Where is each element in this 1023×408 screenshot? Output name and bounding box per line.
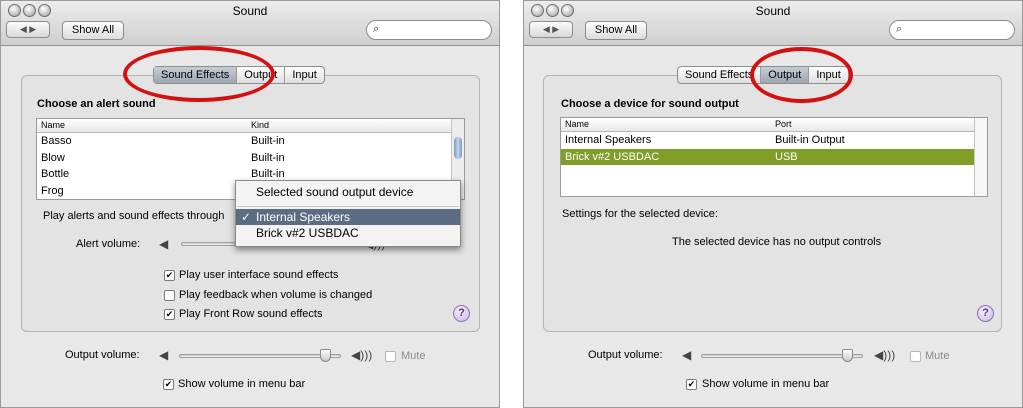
list-item[interactable]: Basso Built-in bbox=[37, 133, 464, 150]
output-panel bbox=[543, 75, 1002, 332]
popup-menu-title: Selected sound output device bbox=[256, 185, 414, 199]
list-header: Name Kind bbox=[37, 119, 464, 133]
device-port: USB bbox=[775, 150, 798, 163]
alert-volume-slider[interactable] bbox=[181, 242, 236, 246]
output-volume-slider[interactable] bbox=[179, 354, 341, 358]
column-name[interactable]: Name bbox=[41, 120, 65, 130]
speaker-high-icon: ◀))) bbox=[874, 348, 896, 362]
help-button[interactable]: ? bbox=[453, 305, 470, 322]
window-title: Sound bbox=[755, 4, 791, 18]
speaker-high-icon: ◀))) bbox=[351, 348, 373, 362]
list-item[interactable]: Blow Built-in bbox=[37, 150, 464, 167]
output-device-list[interactable]: Name Port Internal Speakers Built-in Out… bbox=[560, 117, 988, 197]
tab-input[interactable]: Input bbox=[285, 67, 323, 83]
column-port[interactable]: Port bbox=[775, 119, 792, 129]
ui-sound-effects-checkbox[interactable]: ✔ bbox=[164, 270, 175, 281]
play-through-label: Play alerts and sound effects through bbox=[43, 210, 225, 222]
search-field[interactable]: ⌕ bbox=[889, 20, 1015, 40]
show-volume-menu-bar-label: Show volume in menu bar bbox=[702, 378, 830, 390]
annotation-ring bbox=[123, 46, 275, 102]
scrollbar-thumb[interactable] bbox=[454, 137, 462, 159]
show-volume-menu-bar-checkbox[interactable]: ✔ bbox=[163, 379, 174, 390]
back-forward-button[interactable]: ◀ ▶ bbox=[6, 21, 50, 38]
menu-item-brick-usbdac[interactable]: Brick v#2 USBDAC bbox=[236, 225, 460, 241]
show-volume-menu-bar-label: Show volume in menu bar bbox=[178, 378, 306, 390]
list-item[interactable]: Internal Speakers Built-in Output bbox=[561, 132, 987, 149]
sound-window-output: Sound ◀ ▶ Show All ⌕ Sound Effects Outpu… bbox=[523, 0, 1023, 408]
annotation-ring bbox=[750, 47, 853, 103]
sound-name: Frog bbox=[41, 184, 64, 197]
device-name: Brick v#2 USBDAC bbox=[565, 150, 660, 163]
menu-item-label: Internal Speakers bbox=[256, 210, 351, 224]
show-volume-menu-bar-checkbox[interactable]: ✔ bbox=[686, 379, 697, 390]
column-kind[interactable]: Kind bbox=[251, 120, 269, 130]
volume-feedback-checkbox[interactable] bbox=[164, 290, 175, 301]
checkmark-icon: ✓ bbox=[241, 210, 252, 224]
column-name[interactable]: Name bbox=[565, 119, 589, 129]
output-volume-label: Output volume: bbox=[65, 349, 140, 361]
no-output-controls-message: The selected device has no output contro… bbox=[672, 236, 882, 248]
device-name: Internal Speakers bbox=[565, 134, 652, 146]
list-header: Name Port bbox=[561, 118, 987, 132]
sound-window-sound-effects: Sound ◀ ▶ Show All ⌕ Sound Effects Outpu… bbox=[0, 0, 500, 408]
ui-sound-effects-label: Play user interface sound effects bbox=[179, 269, 339, 281]
sound-kind: Built-in bbox=[251, 135, 285, 147]
mute-checkbox[interactable] bbox=[910, 351, 921, 362]
output-device-heading: Choose a device for sound output bbox=[561, 98, 739, 110]
menu-item-internal-speakers[interactable]: ✓ Internal Speakers bbox=[236, 209, 460, 225]
magnifier-icon: ⌕ bbox=[373, 23, 380, 35]
sound-name: Blow bbox=[41, 151, 65, 164]
back-forward-button[interactable]: ◀ ▶ bbox=[529, 21, 573, 38]
output-volume-knob[interactable] bbox=[841, 349, 853, 362]
list-scrollbar[interactable] bbox=[974, 118, 987, 196]
speaker-low-icon: ◀ bbox=[159, 237, 169, 251]
alert-sound-heading: Choose an alert sound bbox=[37, 98, 156, 110]
menu-separator bbox=[237, 206, 459, 207]
window-title: Sound bbox=[232, 4, 268, 18]
tab-sound-effects[interactable]: Sound Effects bbox=[678, 67, 762, 83]
mute-label: Mute bbox=[925, 350, 950, 362]
sound-name: Basso bbox=[41, 135, 72, 147]
sound-kind: Built-in bbox=[251, 151, 285, 164]
output-volume-slider[interactable] bbox=[701, 354, 863, 358]
sound-name: Bottle bbox=[41, 168, 70, 180]
device-port: Built-in Output bbox=[775, 134, 845, 146]
alert-volume-label: Alert volume: bbox=[76, 238, 141, 250]
help-button[interactable]: ? bbox=[977, 305, 994, 322]
output-volume-label: Output volume: bbox=[588, 349, 663, 361]
show-all-button[interactable]: Show All bbox=[585, 21, 647, 40]
output-device-popup-menu[interactable]: Selected sound output device ✓ Internal … bbox=[235, 180, 461, 247]
speaker-low-icon: ◀ bbox=[159, 348, 169, 362]
title-bar: Sound ◀ ▶ Show All ⌕ bbox=[1, 1, 499, 46]
mute-label: Mute bbox=[401, 350, 426, 362]
search-field[interactable]: ⌕ bbox=[366, 20, 492, 40]
front-row-effects-label: Play Front Row sound effects bbox=[179, 308, 323, 320]
sound-kind: Built-in bbox=[251, 168, 285, 180]
show-all-button[interactable]: Show All bbox=[62, 21, 124, 40]
mute-checkbox[interactable] bbox=[385, 351, 396, 362]
list-item-selected[interactable]: Brick v#2 USBDAC USB bbox=[561, 148, 987, 165]
settings-label: Settings for the selected device: bbox=[562, 208, 718, 220]
speaker-low-icon: ◀ bbox=[682, 348, 692, 362]
volume-feedback-label: Play feedback when volume is changed bbox=[179, 289, 373, 301]
title-bar: Sound ◀ ▶ Show All ⌕ bbox=[524, 1, 1022, 46]
front-row-effects-checkbox[interactable]: ✔ bbox=[164, 309, 175, 320]
output-volume-knob[interactable] bbox=[319, 349, 331, 362]
magnifier-icon: ⌕ bbox=[896, 23, 903, 35]
